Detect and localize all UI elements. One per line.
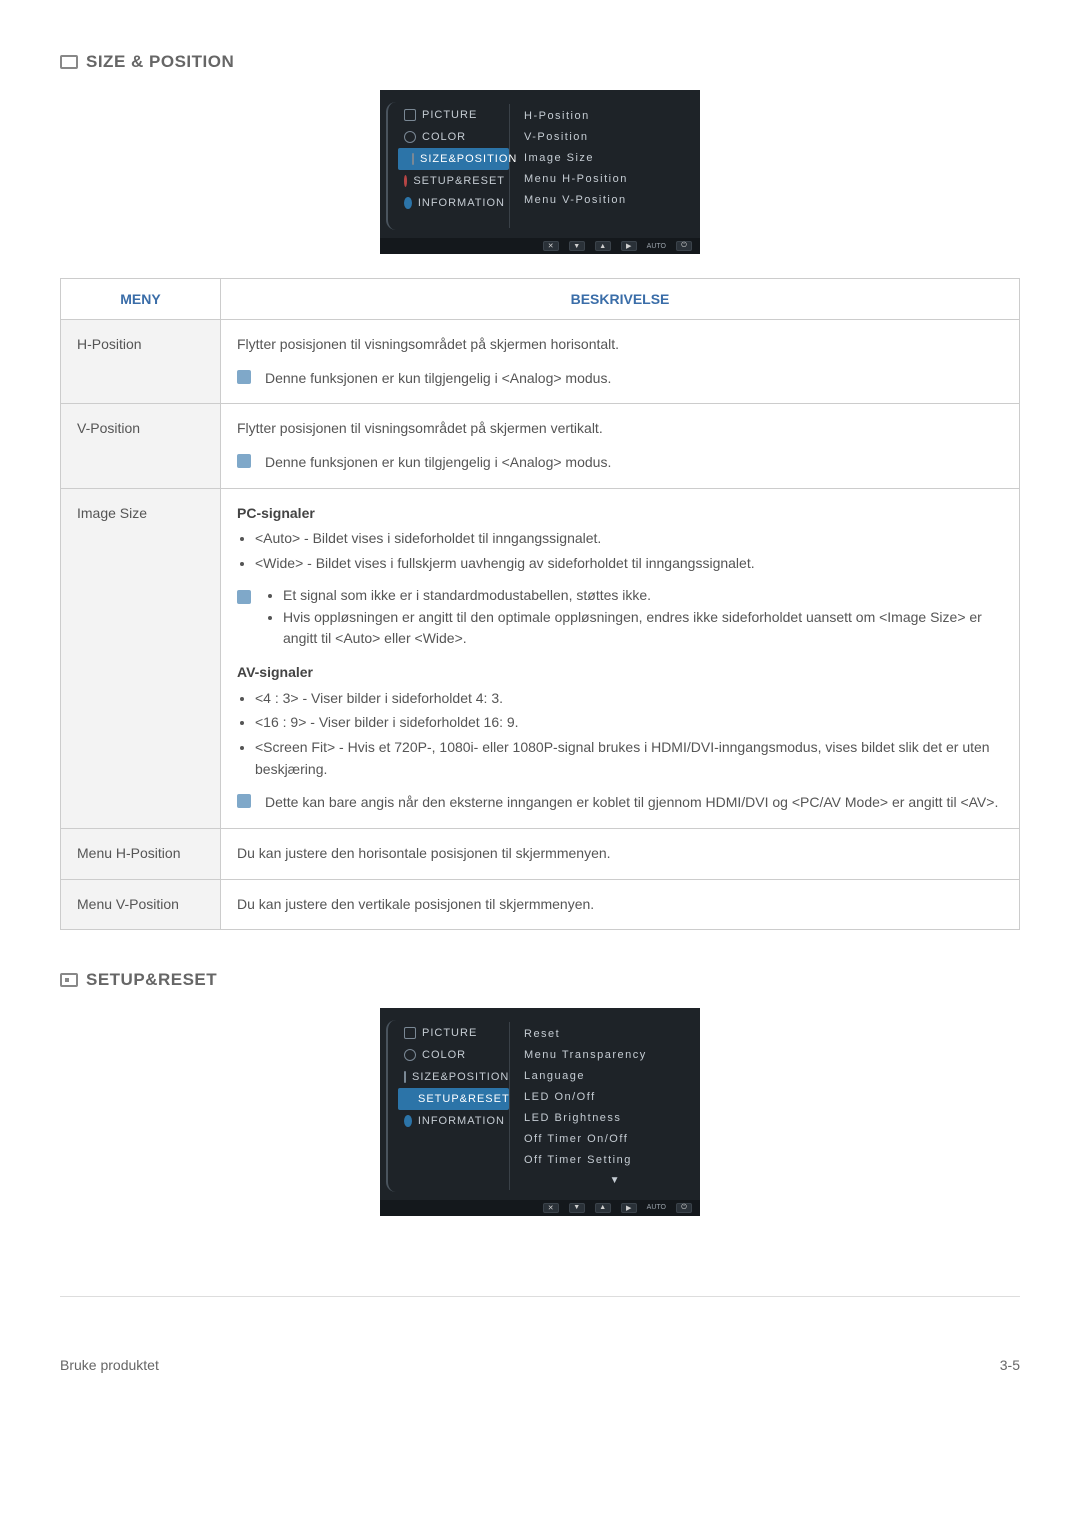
- osd-item-setup: SETUP&RESET: [398, 1088, 509, 1110]
- sizepos-icon: [412, 153, 414, 165]
- osd-right-imgsize: Image Size: [524, 148, 628, 169]
- osd-item-setup: SETUP&RESET: [390, 170, 509, 192]
- osd-power-icon: ⏻: [676, 1203, 692, 1213]
- osd-right-offts: Off Timer Setting: [524, 1150, 647, 1171]
- osd-item-picture: PICTURE: [390, 104, 509, 126]
- osd-auto-label: AUTO: [647, 243, 666, 250]
- osd-item-color: COLOR: [390, 1044, 509, 1066]
- osd-item-sizepos: SIZE&POSITION: [390, 1066, 509, 1088]
- row-hpos-desc: Flytter posisjonen til visningsområdet p…: [221, 320, 1020, 404]
- osd-right-trans: Menu Transparency: [524, 1045, 647, 1066]
- osd-right-ledbr: LED Brightness: [524, 1108, 647, 1129]
- osd-down-icon: ▼: [569, 1203, 585, 1213]
- section-header-size-position: SIZE & POSITION: [60, 52, 1020, 72]
- header-meny: MENY: [61, 279, 221, 320]
- osd-power-icon: ⏻: [676, 241, 692, 251]
- osd-enter-icon: ▶: [621, 241, 637, 251]
- sizepos-icon: [404, 1071, 406, 1083]
- picture-icon: [404, 109, 416, 121]
- note-icon: [237, 794, 251, 808]
- osd-right-vpos: V-Position: [524, 127, 628, 148]
- osd-item-info: INFORMATION: [390, 192, 509, 214]
- row-imgsize-desc: PC-signaler <Auto> - Bildet vises i side…: [221, 488, 1020, 828]
- osd-right-hpos: H-Position: [524, 106, 628, 127]
- osd-screenshot-size-position: PICTURE COLOR SIZE&POSITION SETUP&RESET …: [380, 90, 700, 254]
- color-icon: [404, 131, 416, 143]
- osd-right-reset: Reset: [524, 1024, 647, 1045]
- header-beskrivelse: BESKRIVELSE: [221, 279, 1020, 320]
- osd-item-info: INFORMATION: [390, 1110, 509, 1132]
- setup-icon: [404, 175, 407, 187]
- osd-screenshot-setup-reset: PICTURE COLOR SIZE&POSITION SETUP&RESET …: [380, 1008, 700, 1215]
- osd-close-icon: ✕: [543, 1203, 559, 1213]
- setup-reset-icon: [60, 973, 78, 987]
- footer-right: 3-5: [1000, 1357, 1020, 1373]
- osd-right-menuv: Menu V-Position: [524, 190, 628, 211]
- note-icon: [237, 454, 251, 468]
- row-menuh-desc: Du kan justere den horisontale posisjone…: [221, 829, 1020, 880]
- page-footer: Bruke produktet 3-5: [60, 1296, 1020, 1373]
- osd-item-picture: PICTURE: [390, 1022, 509, 1044]
- osd-up-icon: ▲: [595, 1203, 611, 1213]
- osd-up-icon: ▲: [595, 241, 611, 251]
- info-icon: [404, 197, 412, 209]
- section-header-setup-reset: SETUP&RESET: [60, 970, 1020, 990]
- row-vpos-label: V-Position: [61, 404, 221, 488]
- row-imgsize-label: Image Size: [61, 488, 221, 828]
- osd-down-icon: ▼: [569, 241, 585, 251]
- row-vpos-desc: Flytter posisjonen til visningsområdet p…: [221, 404, 1020, 488]
- row-menuv-desc: Du kan justere den vertikale posisjonen …: [221, 879, 1020, 930]
- size-position-icon: [60, 55, 78, 69]
- footer-left: Bruke produktet: [60, 1357, 159, 1373]
- osd-right-menuh: Menu H-Position: [524, 169, 628, 190]
- section-title: SIZE & POSITION: [86, 52, 234, 72]
- more-down-icon: ▼: [524, 1171, 647, 1190]
- section-title: SETUP&RESET: [86, 970, 217, 990]
- note-icon: [237, 370, 251, 384]
- osd-right-offt: Off Timer On/Off: [524, 1129, 647, 1150]
- osd-item-color: COLOR: [390, 126, 509, 148]
- color-icon: [404, 1049, 416, 1061]
- row-menuh-label: Menu H-Position: [61, 829, 221, 880]
- picture-icon: [404, 1027, 416, 1039]
- osd-right-led: LED On/Off: [524, 1087, 647, 1108]
- note-icon: [237, 590, 251, 604]
- row-menuv-label: Menu V-Position: [61, 879, 221, 930]
- osd-auto-label: AUTO: [647, 1204, 666, 1211]
- osd-right-lang: Language: [524, 1066, 647, 1087]
- description-table-size-position: MENY BESKRIVELSE H-Position Flytter posi…: [60, 278, 1020, 930]
- osd-item-sizepos: SIZE&POSITION: [398, 148, 509, 170]
- osd-enter-icon: ▶: [621, 1203, 637, 1213]
- row-hpos-label: H-Position: [61, 320, 221, 404]
- osd-close-icon: ✕: [543, 241, 559, 251]
- info-icon: [404, 1115, 412, 1127]
